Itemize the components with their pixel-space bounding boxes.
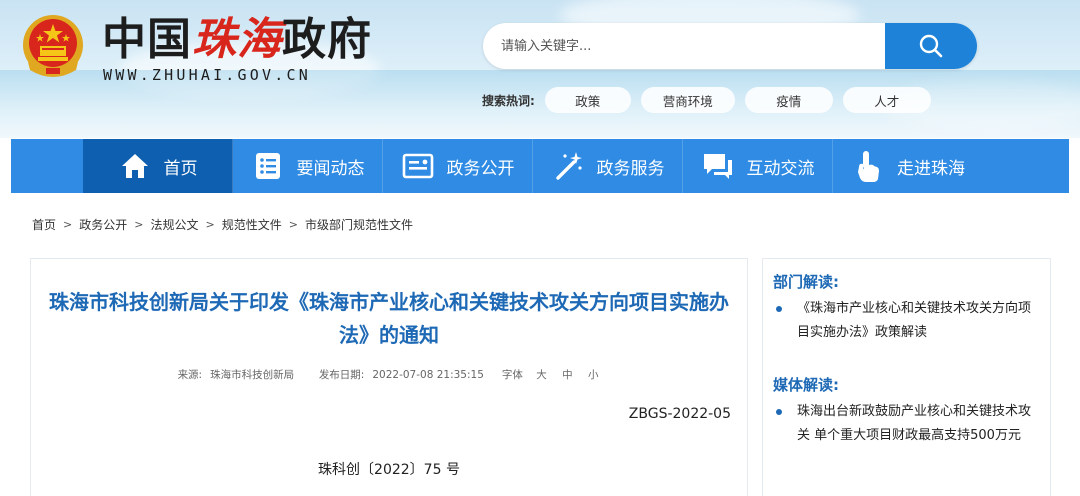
breadcrumb-separator: > <box>205 218 215 231</box>
font-size-large[interactable]: 大 <box>536 369 547 381</box>
main-nav: 首页 要闻动态 政务公开 政务服务 互动交流 走进珠海 <box>11 139 1069 193</box>
logo-city-name: 珠海 <box>192 14 282 65</box>
magic-wand-icon <box>551 149 585 183</box>
national-emblem-icon <box>23 15 83 77</box>
chat-icon <box>701 149 735 183</box>
source-label: 来源: <box>177 369 203 381</box>
media-interpretation-heading: 媒体解读: <box>773 376 839 394</box>
article-meta: 来源: 珠海市科技创新局 发布日期: 2022-07-08 21:35:15 字体 … <box>31 367 747 382</box>
breadcrumb-separator: > <box>63 218 73 231</box>
news-list-icon <box>251 149 285 183</box>
hot-keywords-label: 搜索热词: <box>482 93 535 108</box>
logo-suffix: 政府 <box>282 14 372 65</box>
site-url: WWW.ZHUHAI.GOV.CN <box>103 66 311 84</box>
site-logo-text[interactable]: 中国珠海政府 <box>102 14 372 66</box>
date-label: 发布日期: <box>318 369 365 381</box>
hot-tag-epidemic[interactable]: 疫情 <box>744 87 833 113</box>
media-interpretation-link[interactable]: 珠海出台新政鼓励产业核心和关键技术攻关 单个重大项目财政最高支持500万元 <box>773 400 1041 448</box>
breadcrumb-home[interactable]: 首页 <box>32 216 56 233</box>
dept-interpretation-text: 《珠海市产业核心和关键技术攻关方向项目实施办法》政策解读 <box>797 301 1032 340</box>
breadcrumb-separator: > <box>134 218 144 231</box>
dept-interpretation-heading: 部门解读: <box>773 273 839 291</box>
breadcrumb-municipal-dept-docs[interactable]: 市级部门规范性文件 <box>305 216 413 233</box>
search-input[interactable] <box>483 23 883 69</box>
search-button[interactable] <box>885 23 977 69</box>
breadcrumb: 首页 > 政务公开 > 法规公文 > 规范性文件 > 市级部门规范性文件 <box>32 216 413 233</box>
pointer-hand-icon <box>851 149 885 183</box>
nav-gov-services[interactable]: 政务服务 <box>533 139 683 193</box>
bullet-dot <box>776 409 782 415</box>
dept-interpretation-link[interactable]: 《珠海市产业核心和关键技术攻关方向项目实施办法》政策解读 <box>773 297 1041 345</box>
search-icon <box>919 34 943 58</box>
breadcrumb-regulations[interactable]: 法规公文 <box>150 216 198 233</box>
breadcrumb-gov-affairs-public[interactable]: 政务公开 <box>79 216 127 233</box>
logo-prefix: 中国 <box>102 14 192 65</box>
document-code: 珠科创〔2022〕75 号 <box>318 462 460 478</box>
article-title: 珠海市科技创新局关于印发《珠海市产业核心和关键技术攻关方向项目实施办法》的通知 <box>49 290 729 347</box>
nav-about-zhuhai[interactable]: 走进珠海 <box>833 139 983 193</box>
breadcrumb-separator: > <box>288 218 298 231</box>
hot-tag-policy[interactable]: 政策 <box>544 87 631 113</box>
article-panel: 珠海市科技创新局关于印发《珠海市产业核心和关键技术攻关方向项目实施办法》的通知 … <box>30 258 748 496</box>
hot-keywords: 搜索热词: 政策 营商环境 疫情 人才 <box>482 87 941 113</box>
breadcrumb-normative-docs[interactable]: 规范性文件 <box>222 216 282 233</box>
interpretation-sidebar: 部门解读: 《珠海市产业核心和关键技术攻关方向项目实施办法》政策解读 媒体解读:… <box>762 258 1051 496</box>
hot-tag-talent[interactable]: 人才 <box>842 87 931 113</box>
nav-home[interactable]: 首页 <box>83 139 233 193</box>
nav-interaction-label: 互动交流 <box>746 158 815 179</box>
article-date: 2022-07-08 21:35:15 <box>372 369 484 381</box>
search-box <box>483 23 977 69</box>
font-size-medium[interactable]: 中 <box>562 369 573 381</box>
nav-gov-affairs-public-label: 政务公开 <box>446 158 515 179</box>
hot-tag-business-environment[interactable]: 营商环境 <box>640 87 735 113</box>
nav-gov-services-label: 政务服务 <box>596 158 665 179</box>
site-header: 中国珠海政府 WWW.ZHUHAI.GOV.CN 搜索热词: 政策 营商环境 疫… <box>0 0 1080 138</box>
article-source: 珠海市科技创新局 <box>210 369 295 381</box>
nav-news[interactable]: 要闻动态 <box>233 139 383 193</box>
nav-gov-affairs-public[interactable]: 政务公开 <box>383 139 533 193</box>
document-icon <box>401 149 435 183</box>
media-interpretation-text: 珠海出台新政鼓励产业核心和关键技术攻关 单个重大项目财政最高支持500万元 <box>797 404 1032 443</box>
font-size-label: 字体 <box>501 369 523 381</box>
font-size-small[interactable]: 小 <box>588 369 599 381</box>
nav-news-label: 要闻动态 <box>296 158 365 179</box>
document-index-number: ZBGS-2022-05 <box>628 406 731 422</box>
bullet-dot <box>776 306 782 312</box>
home-icon <box>118 149 152 183</box>
nav-interaction[interactable]: 互动交流 <box>683 139 833 193</box>
nav-about-zhuhai-label: 走进珠海 <box>897 158 965 179</box>
nav-home-label: 首页 <box>163 158 198 179</box>
